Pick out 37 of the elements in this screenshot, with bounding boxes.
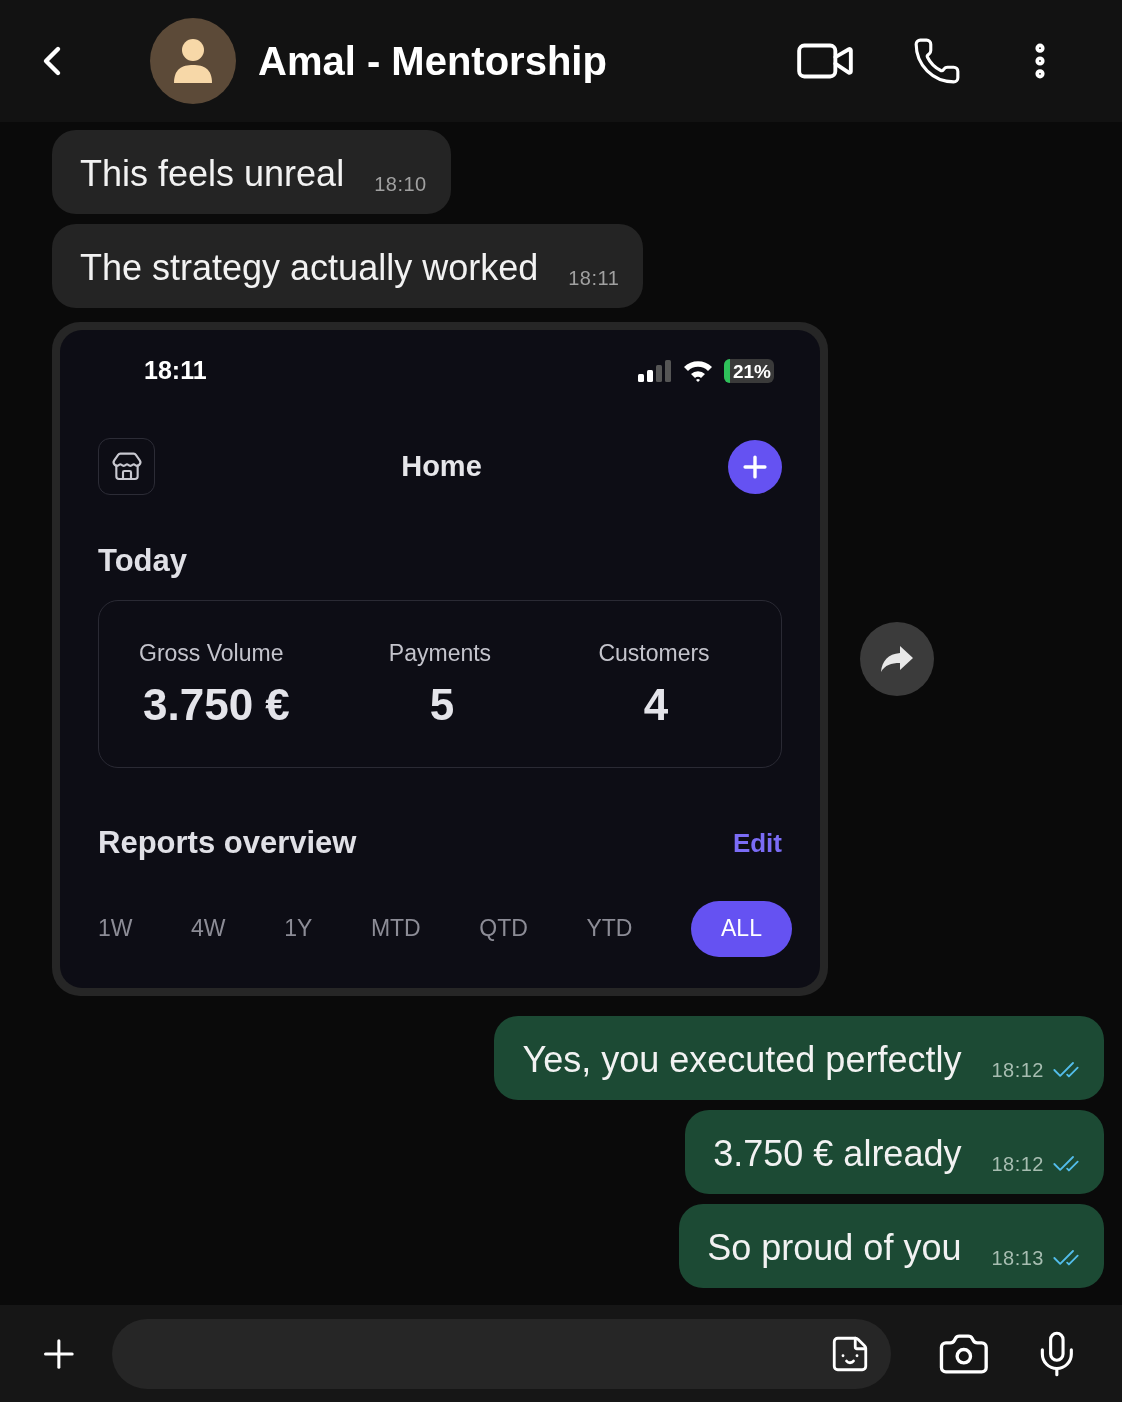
status-time: 18:11 — [144, 355, 207, 387]
edit-link[interactable]: Edit — [732, 823, 782, 863]
range-tab[interactable]: 1Y — [284, 900, 313, 957]
range-tab[interactable]: YTD — [586, 900, 633, 957]
store-button[interactable] — [98, 438, 155, 495]
range-tab[interactable]: QTD — [479, 900, 528, 957]
message-text: This feels unreal — [80, 156, 345, 192]
stat-label: Gross Volume — [139, 641, 284, 665]
signal-icon — [637, 360, 672, 382]
stat-label: Customers — [598, 641, 710, 665]
range-tab[interactable]: 1W — [98, 900, 133, 957]
stat-value: 3.750 € — [142, 682, 290, 727]
message-time: 18:12 — [991, 1154, 1044, 1174]
message-time: 18:11 — [568, 268, 620, 288]
forward-arrow-icon — [880, 644, 914, 674]
phone-icon[interactable] — [912, 36, 962, 86]
image-message-bubble[interactable]: 18:11 21% Home Today Gross Volume 3.750 € Payments 5 Customers 4 Reports overview Edit 1W 4W 1Y MTD QTD YTD ALL — [52, 322, 828, 996]
message-text: 3.750 € already — [713, 1136, 962, 1172]
message-time: 18:13 — [991, 1248, 1044, 1268]
add-button[interactable] — [728, 439, 782, 494]
range-tab[interactable]: MTD — [370, 900, 421, 957]
range-tab[interactable]: 4W — [191, 900, 226, 957]
message-text: So proud of you — [707, 1230, 962, 1266]
battery-indicator: 21% — [723, 359, 774, 383]
stat-label: Payments — [388, 641, 492, 665]
range-tab[interactable]: ALL — [691, 900, 792, 957]
message-time: 18:12 — [991, 1060, 1044, 1080]
section-heading: Today — [98, 545, 188, 576]
chat-title[interactable]: Amal - Mentorship — [258, 31, 607, 91]
message-time: 18:10 — [374, 174, 427, 194]
message-text: The strategy actually worked — [80, 250, 539, 286]
stat-value: 5 — [428, 682, 455, 727]
section-heading: Reports overview — [98, 824, 357, 862]
screen-title: Home — [401, 448, 482, 484]
message-text: Yes, you executed perfectly — [522, 1042, 962, 1078]
store-icon — [110, 450, 143, 483]
stat-value: 4 — [642, 682, 669, 727]
